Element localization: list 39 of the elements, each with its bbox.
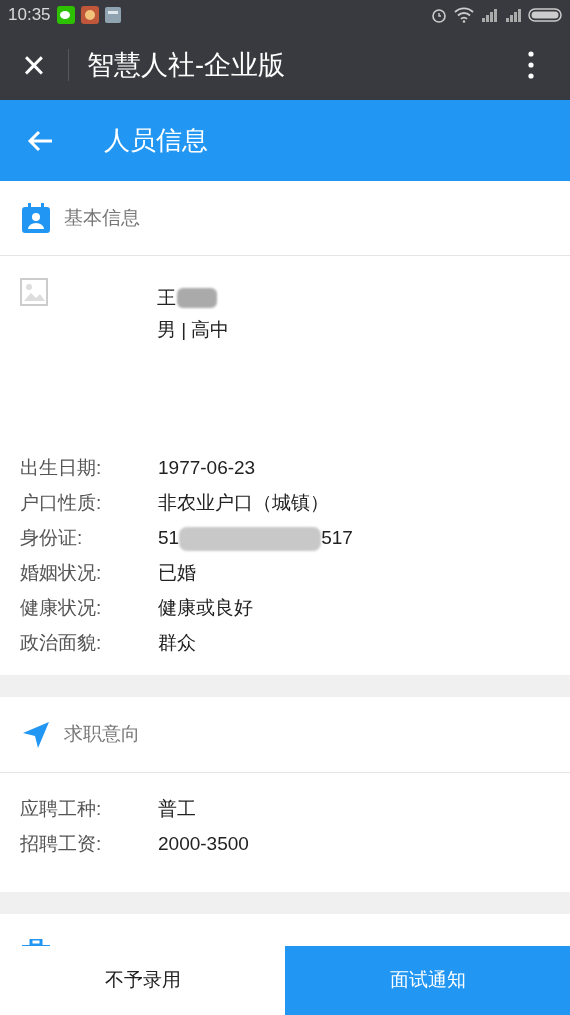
battery-icon bbox=[528, 8, 562, 22]
close-button[interactable]: × bbox=[0, 30, 68, 100]
status-time: 10:35 bbox=[8, 4, 51, 27]
alarm-icon bbox=[430, 6, 448, 24]
field-value: 普工 bbox=[158, 797, 196, 822]
field-label: 身份证: bbox=[20, 526, 84, 551]
field-value: 517 bbox=[321, 526, 353, 551]
field-value: 1977-06-23 bbox=[158, 456, 256, 481]
blur-mask bbox=[177, 288, 217, 309]
field-label: 健康状况: bbox=[20, 596, 103, 621]
field-value: 已婚 bbox=[158, 561, 196, 586]
page-title: 人员信息 bbox=[104, 124, 208, 157]
game-app-icon bbox=[80, 6, 99, 24]
gender-education: 男 | 高中 bbox=[157, 318, 230, 342]
signal-icon bbox=[480, 8, 498, 22]
field-label: 政治面貌: bbox=[20, 631, 103, 656]
field-value: 健康或良好 bbox=[158, 596, 253, 621]
more-icon[interactable] bbox=[528, 51, 534, 79]
app-title: 智慧人社-企业版 bbox=[87, 48, 286, 82]
calendar-person-icon bbox=[22, 203, 50, 233]
navigation-arrow-icon bbox=[22, 720, 50, 749]
field-value: 2000-3500 bbox=[158, 832, 249, 857]
field-label: 出生日期: bbox=[20, 456, 103, 481]
person-name: 王 bbox=[157, 286, 176, 310]
wifi-icon bbox=[454, 7, 474, 23]
image-placeholder-icon bbox=[20, 278, 48, 306]
chat-app-icon bbox=[56, 6, 75, 24]
section-title: 求职意向 bbox=[64, 722, 140, 747]
field-value: 51 bbox=[158, 526, 180, 551]
field-label: 婚姻状况: bbox=[20, 561, 103, 586]
notification-app-icon bbox=[104, 7, 121, 23]
field-label: 户口性质: bbox=[20, 491, 103, 516]
back-arrow-icon[interactable] bbox=[27, 129, 53, 152]
field-label: 招聘工资: bbox=[20, 832, 103, 857]
field-label: 应聘工种: bbox=[20, 797, 103, 822]
field-value: 群众 bbox=[158, 631, 196, 656]
signal-icon bbox=[504, 8, 522, 22]
section-title: 基本信息 bbox=[64, 205, 140, 230]
field-value: 非农业户口（城镇） bbox=[158, 491, 329, 516]
